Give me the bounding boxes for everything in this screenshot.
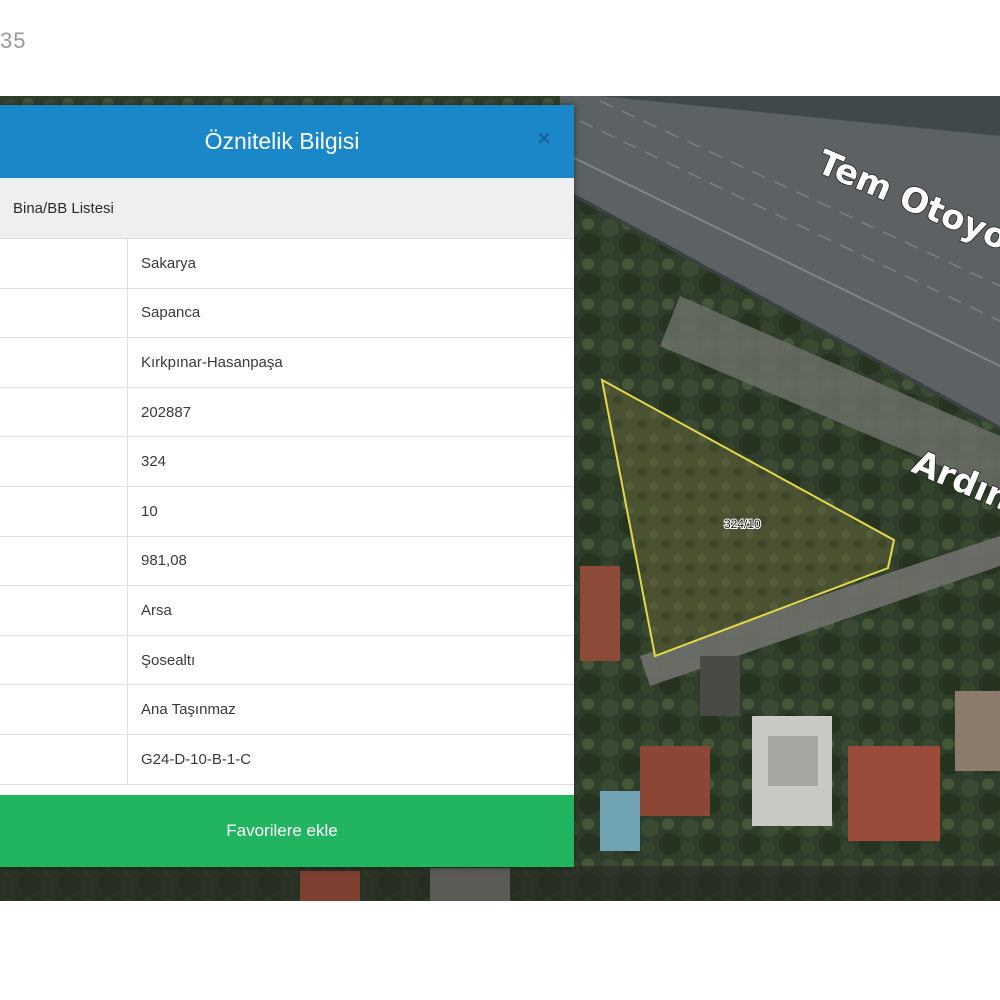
- row-key-cell: [0, 437, 128, 486]
- parcel-label: 324/10: [724, 517, 761, 531]
- tab-building-list[interactable]: Bina/BB Listesi: [13, 200, 114, 217]
- close-icon[interactable]: ×: [532, 127, 556, 151]
- row-key-cell: [0, 734, 128, 784]
- table-row: 981,08: [0, 536, 574, 587]
- popup-header: Öznitelik Bilgisi ×: [0, 105, 574, 178]
- row-key-cell: [0, 586, 128, 635]
- table-row: Sapanca: [0, 288, 574, 339]
- attribute-table: Sakarya Sapanca Kırkpınar-Hasanpaşa 2028…: [0, 239, 574, 795]
- row-key-cell: [0, 387, 128, 437]
- row-value: 324: [141, 453, 167, 471]
- row-value: 202887: [141, 403, 192, 421]
- table-row: Şosealtı: [0, 635, 574, 686]
- table-row: G24-D-10-B-1-C: [0, 734, 574, 785]
- row-value: Sakarya: [141, 254, 197, 272]
- row-value: 981,08: [141, 552, 187, 570]
- screenshot-page: 35 324/10 Tem Otoyoru Ardınç Öznitelik B…: [0, 0, 1000, 1000]
- row-key-cell: [0, 685, 128, 734]
- table-row: Arsa: [0, 586, 574, 636]
- table-row: Kırkpınar-Hasanpaşa: [0, 338, 574, 388]
- row-value: Kırkpınar-Hasanpaşa: [141, 353, 283, 371]
- row-value: Arsa: [141, 601, 172, 619]
- attribute-info-popup: Öznitelik Bilgisi × Bina/BB Listesi Saka…: [0, 105, 574, 867]
- row-key-cell: [0, 635, 128, 685]
- table-row: Ana Taşınmaz: [0, 685, 574, 735]
- row-value: Ana Taşınmaz: [141, 701, 236, 719]
- row-value: G24-D-10-B-1-C: [141, 750, 252, 768]
- row-value: Sapanca: [141, 304, 201, 322]
- row-key-cell: [0, 486, 128, 536]
- row-key-cell: [0, 338, 128, 387]
- table-row: 324: [0, 437, 574, 487]
- table-row: 202887: [0, 387, 574, 438]
- table-row: 10: [0, 486, 574, 537]
- corner-number: 35: [0, 28, 27, 53]
- row-value: Şosealtı: [141, 651, 196, 669]
- row-value: 10: [141, 502, 158, 520]
- row-key-cell: [0, 536, 128, 586]
- table-row: Sakarya: [0, 239, 574, 289]
- popup-title: Öznitelik Bilgisi: [204, 128, 360, 154]
- row-key-cell: [0, 288, 128, 338]
- row-key-cell: [0, 239, 128, 288]
- tab-bar: Bina/BB Listesi: [0, 178, 574, 239]
- add-to-favorites-button[interactable]: Favorilere ekle: [0, 795, 574, 867]
